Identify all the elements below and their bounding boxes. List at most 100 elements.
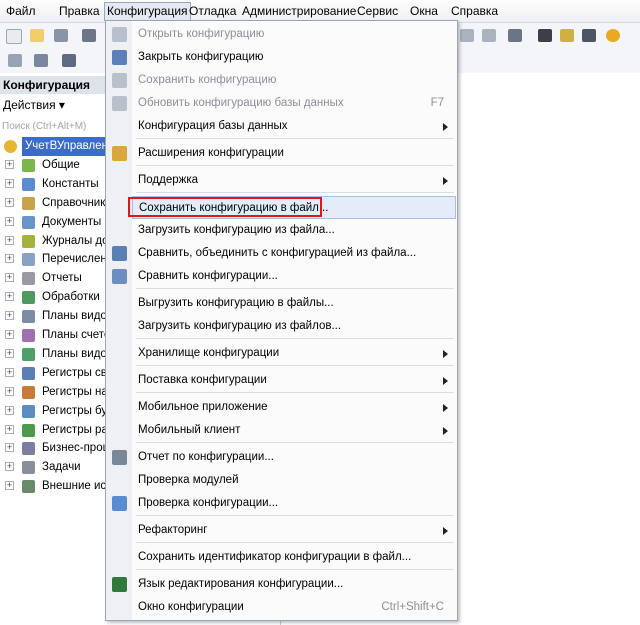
expand-icon[interactable]: + bbox=[5, 273, 14, 283]
tool3-icon[interactable] bbox=[62, 54, 76, 67]
menu-item-загрузить-конфигурацию-из-файла[interactable]: Загрузить конфигурацию из файла... bbox=[132, 219, 456, 242]
expand-icon[interactable]: + bbox=[5, 330, 14, 339]
open-icon[interactable] bbox=[30, 29, 44, 42]
expand-icon[interactable]: + bbox=[5, 159, 14, 169]
tree-item[interactable]: + Документы bbox=[0, 213, 112, 232]
menu-item-выгрузить-конфигурацию-в-файлы[interactable]: Выгрузить конфигурацию в файлы... bbox=[132, 292, 456, 315]
menu-configuration[interactable]: Конфигурация bbox=[104, 2, 191, 21]
tree-item[interactable]: + Планы видов bbox=[0, 345, 112, 364]
menu-item-поставка-конфигурации[interactable]: Поставка конфигурации bbox=[132, 369, 456, 392]
new-icon[interactable] bbox=[6, 29, 22, 44]
menu-help[interactable]: Справка bbox=[449, 3, 500, 19]
menu-item-сравнить-конфигурации[interactable]: Сравнить конфигурации... bbox=[132, 265, 456, 288]
menu-item-конфигурация-базы-данных[interactable]: Конфигурация базы данных bbox=[132, 115, 456, 138]
tree-item[interactable]: + Справочники bbox=[0, 194, 112, 213]
tree-item[interactable]: + Внешние ис bbox=[0, 477, 112, 496]
tree-item[interactable]: + Планы счетов bbox=[0, 326, 112, 345]
save-icon[interactable] bbox=[54, 29, 68, 42]
menu-item-закрыть-конфигурацию[interactable]: Закрыть конфигурацию bbox=[132, 46, 456, 69]
tree-item[interactable]: + Обработки bbox=[0, 288, 112, 307]
tree-item[interactable]: + Отчеты bbox=[0, 269, 112, 288]
tree-item[interactable]: + Журналы док bbox=[0, 232, 112, 251]
search-input[interactable]: Поиск (Ctrl+Alt+M) bbox=[2, 119, 110, 135]
menu-item-проверка-конфигурации[interactable]: Проверка конфигурации... bbox=[132, 492, 456, 515]
expand-icon[interactable]: + bbox=[5, 367, 14, 377]
tool-icon[interactable] bbox=[8, 54, 22, 67]
tree-item[interactable]: + Перечисления bbox=[0, 250, 112, 269]
tree-item-label: Обработки bbox=[42, 291, 100, 304]
menu-item-открыть-конфигурацию[interactable]: Открыть конфигурацию bbox=[132, 23, 456, 46]
highlight-box bbox=[128, 197, 322, 217]
tree-item[interactable]: + Планы видов bbox=[0, 307, 112, 326]
menu-item-мобильное-приложение[interactable]: Мобильное приложение bbox=[132, 396, 456, 419]
menu-edit[interactable]: Правка bbox=[57, 3, 102, 19]
menu-item-выгрузить-конфигурацию-в-файлы-label: Выгрузить конфигурацию в файлы... bbox=[138, 297, 334, 309]
tree-item-icon bbox=[22, 480, 35, 494]
menu-debug[interactable]: Отладка bbox=[187, 3, 238, 19]
merge-icon bbox=[112, 246, 127, 261]
expand-icon[interactable]: + bbox=[5, 197, 14, 207]
menu-item-открыть-конфигурацию-label: Открыть конфигурацию bbox=[138, 28, 265, 40]
search-help-icon[interactable] bbox=[560, 29, 574, 42]
menu-item-отчет-по-конфигурации-label: Отчет по конфигурации... bbox=[138, 451, 274, 463]
menu-file[interactable]: Файл bbox=[4, 3, 38, 19]
menu-item-сравнить-объединить-с-конфигурацией-из-файла[interactable]: Сравнить, объединить с конфигурацией из … bbox=[132, 242, 456, 265]
expand-icon[interactable]: + bbox=[5, 424, 14, 434]
menu-service[interactable]: Сервис bbox=[355, 3, 400, 19]
cut-icon[interactable] bbox=[82, 29, 96, 42]
tool2-icon[interactable] bbox=[34, 54, 48, 67]
menu-item-окно-конфигурации[interactable]: Окно конфигурации Ctrl+Shift+C bbox=[132, 596, 456, 619]
menu-item-хранилище-конфигурации-label: Хранилище конфигурации bbox=[138, 347, 280, 359]
menu-item-мобильный-клиент[interactable]: Мобильный клиент bbox=[132, 419, 456, 442]
menu-item-рефакторинг[interactable]: Рефакторинг bbox=[132, 519, 456, 542]
expand-icon[interactable]: + bbox=[5, 386, 14, 396]
expand-icon[interactable]: + bbox=[5, 235, 14, 245]
expand-icon[interactable]: + bbox=[5, 481, 14, 491]
tree-item[interactable]: + Регистры на bbox=[0, 383, 112, 402]
tree-item-icon bbox=[22, 461, 35, 475]
expand-icon[interactable]: + bbox=[5, 254, 14, 264]
configuration-menu: Открыть конфигурацию Закрыть конфигурацию… bbox=[105, 20, 458, 621]
tree-item[interactable]: + Задачи bbox=[0, 458, 112, 477]
tree-root-item[interactable]: УчетВУправлен bbox=[0, 137, 112, 156]
menu-item-хранилище-конфигурации[interactable]: Хранилище конфигурации bbox=[132, 342, 456, 365]
window-icon[interactable] bbox=[508, 29, 522, 42]
tree-item[interactable]: + Общие bbox=[0, 156, 112, 175]
tree-item[interactable]: + Константы bbox=[0, 175, 112, 194]
info-icon[interactable] bbox=[606, 29, 620, 42]
menu-windows[interactable]: Окна bbox=[408, 3, 440, 19]
menu-item-проверка-модулей[interactable]: Проверка модулей bbox=[132, 469, 456, 492]
expand-icon[interactable]: + bbox=[5, 216, 14, 226]
expand-icon[interactable]: + bbox=[5, 462, 14, 472]
expand-icon[interactable]: + bbox=[5, 443, 14, 453]
menu-item-мобильный-клиент-label: Мобильный клиент bbox=[138, 424, 241, 436]
menu-item-сохранить-идентификатор-конфигурации-в-файл[interactable]: Сохранить идентификатор конфигурации в ф… bbox=[132, 546, 456, 569]
book-icon[interactable] bbox=[582, 29, 596, 42]
menu-item-загрузить-конфигурацию-из-файлов[interactable]: Загрузить конфигурацию из файлов... bbox=[132, 315, 456, 338]
menu-item-обновить-конфигурацию-базы-данных[interactable]: Обновить конфигурацию базы данных F7 bbox=[132, 92, 456, 115]
tree-item[interactable]: + Регистры св bbox=[0, 364, 112, 383]
menu-separator bbox=[136, 515, 454, 516]
tree-item[interactable]: + Регистры бу bbox=[0, 402, 112, 421]
actions-button[interactable]: Действия ▾ bbox=[3, 98, 65, 112]
submenu-arrow-icon bbox=[443, 350, 448, 358]
menu-item-отчет-по-конфигурации[interactable]: Отчет по конфигурации... bbox=[132, 446, 456, 469]
tree-item[interactable]: + Бизнес-проц bbox=[0, 439, 112, 458]
undo-icon[interactable] bbox=[460, 29, 474, 42]
menu-item-язык-редактирования-конфигурации[interactable]: Язык редактирования конфигурации... bbox=[132, 573, 456, 596]
menu-item-сравнить-объединить-с-конфигурацией-из-файла-label: Сравнить, объединить с конфигурацией из … bbox=[138, 247, 417, 259]
menu-item-поддержка[interactable]: Поддержка bbox=[132, 169, 456, 192]
menu-separator bbox=[136, 338, 454, 339]
menu-item-расширения-конфигурации[interactable]: Расширения конфигурации bbox=[132, 142, 456, 165]
expand-icon[interactable]: + bbox=[5, 292, 14, 302]
graduate-icon[interactable] bbox=[538, 29, 552, 42]
menu-admin[interactable]: Администрирование bbox=[240, 3, 358, 19]
menu-item-сохранить-конфигурацию[interactable]: Сохранить конфигурацию bbox=[132, 69, 456, 92]
menu-item-мобильное-приложение-label: Мобильное приложение bbox=[138, 401, 268, 413]
expand-icon[interactable]: + bbox=[5, 405, 14, 415]
expand-icon[interactable]: + bbox=[5, 178, 14, 188]
tree-item[interactable]: + Регистры ра bbox=[0, 421, 112, 440]
expand-icon[interactable]: + bbox=[5, 348, 14, 358]
redo-icon[interactable] bbox=[482, 29, 496, 42]
expand-icon[interactable]: + bbox=[5, 311, 14, 321]
